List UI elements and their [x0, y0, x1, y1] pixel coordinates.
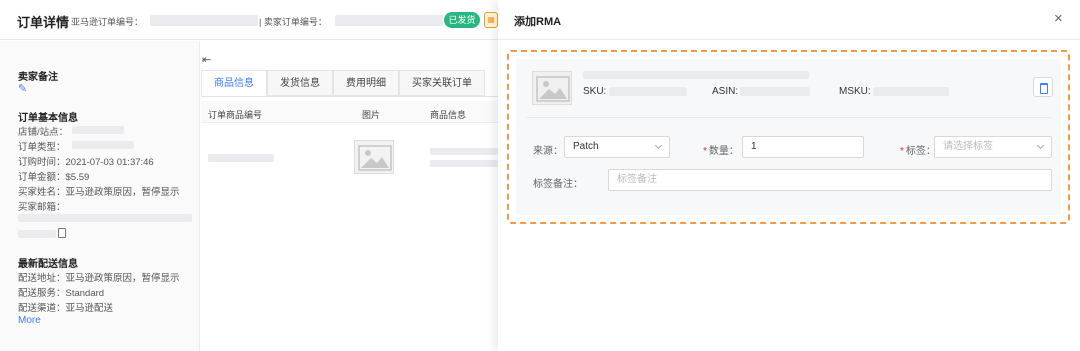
sku-label: SKU:	[583, 86, 607, 97]
product-info-redacted-1	[430, 148, 498, 155]
basic-info-title: 订单基本信息	[18, 113, 78, 124]
product-image-placeholder	[354, 140, 394, 174]
shipping-title: 最新配送信息	[18, 259, 78, 270]
shop-label: 店铺/站点：	[18, 127, 69, 138]
tag-note-input[interactable]: 标签备注	[608, 169, 1052, 191]
shop-value-redacted	[72, 126, 124, 134]
seller-order-label: | 卖家订单编号：	[259, 17, 327, 27]
close-icon[interactable]: ×	[1054, 11, 1063, 26]
product-name-redacted	[583, 71, 809, 79]
quantity-label: * 数量：	[703, 146, 739, 157]
product-info-redacted-2	[430, 160, 498, 167]
order-badge-icon: ▦	[484, 12, 498, 28]
tag-select[interactable]: 请选择标签	[934, 136, 1052, 158]
tab-product-info[interactable]: 商品信息	[201, 70, 267, 96]
col-product-info: 商品信息	[430, 110, 467, 120]
seller-note-title: 卖家备注	[18, 72, 58, 83]
msku-value-redacted	[873, 87, 949, 96]
tab-fee-details[interactable]: 费用明细	[333, 70, 399, 96]
sku-value-redacted	[609, 87, 687, 96]
tab-shipping-info[interactable]: 发货信息	[267, 70, 333, 96]
col-image: 图片	[362, 110, 381, 120]
order-type-label: 订单类型：	[18, 142, 66, 153]
image-placeholder-icon	[536, 76, 570, 102]
quantity-input[interactable]: 1	[742, 136, 864, 158]
image-placeholder-icon	[358, 145, 392, 171]
tag-note-label: 标签备注：	[533, 179, 583, 190]
msku-label: MSKU:	[839, 86, 871, 97]
col-order-item-id: 订单商品编号	[208, 110, 263, 120]
source-value: Patch	[573, 141, 599, 152]
tag-note-placeholder: 标签备注	[617, 174, 657, 185]
drawer-title: 添加RMA	[514, 16, 562, 28]
shipping-service: 配送服务：Standard	[18, 288, 105, 299]
product-thumbnail	[532, 71, 572, 105]
buyer-email-label: 买家邮箱：	[18, 202, 66, 213]
order-item-id-redacted	[208, 154, 274, 162]
order-time: 订购时间：2021-07-03 01:37:46	[18, 157, 154, 168]
buyer-name: 买家姓名：亚马逊政策原因，暂停显示	[18, 187, 180, 198]
card-divider	[526, 117, 1051, 118]
copy-icon[interactable]	[58, 228, 66, 238]
source-label: 来源：	[533, 146, 563, 157]
asin-label: ASIN:	[712, 86, 739, 97]
edit-icon[interactable]: ✎	[18, 82, 27, 95]
shipping-channel: 配送渠道：亚马逊配送	[18, 303, 114, 314]
status-badge: 已发货	[444, 12, 480, 28]
amazon-order-label: 亚马逊订单编号：	[71, 17, 144, 27]
tag-placeholder: 请选择标签	[943, 141, 993, 152]
order-header: 订单详情 亚马逊订单编号： | 卖家订单编号： 已发货 ▦	[0, 0, 498, 40]
drawer-header: 添加RMA ×	[498, 0, 1080, 40]
tabs-divider	[201, 96, 498, 97]
buyer-email-redacted-2	[18, 230, 56, 238]
asin-value-redacted	[740, 87, 810, 96]
chevron-down-icon	[1036, 141, 1045, 150]
more-link[interactable]: More	[18, 315, 41, 326]
buyer-email-redacted-1	[18, 214, 192, 222]
rma-item-highlight: SKU: ASIN: MSKU: 来源： Patch * 数量： 1 * 标签： 请…	[507, 50, 1070, 224]
page-title: 订单详情	[17, 15, 70, 30]
shipping-address: 配送地址：亚马逊政策原因，暂停显示	[18, 273, 180, 284]
collapse-icon[interactable]: ⇤	[202, 53, 211, 66]
amazon-order-value-redacted	[150, 15, 258, 26]
rma-item-card: SKU: ASIN: MSKU: 来源： Patch * 数量： 1 * 标签： 请…	[516, 59, 1061, 215]
source-select[interactable]: Patch	[564, 136, 670, 158]
order-amount: 订单金额：$5.59	[18, 172, 90, 183]
chevron-down-icon	[654, 141, 663, 150]
quantity-value: 1	[751, 141, 757, 152]
tag-label: * 标签：	[900, 146, 936, 157]
add-rma-drawer: 添加RMA × SKU: ASIN: MSKU: 来源： Patch * 数量：…	[498, 0, 1080, 351]
delete-item-button[interactable]	[1033, 77, 1053, 97]
seller-order-value-redacted	[335, 15, 443, 26]
tab-buyer-orders[interactable]: 买家关联订单	[399, 70, 485, 96]
order-type-value-redacted	[72, 141, 134, 149]
